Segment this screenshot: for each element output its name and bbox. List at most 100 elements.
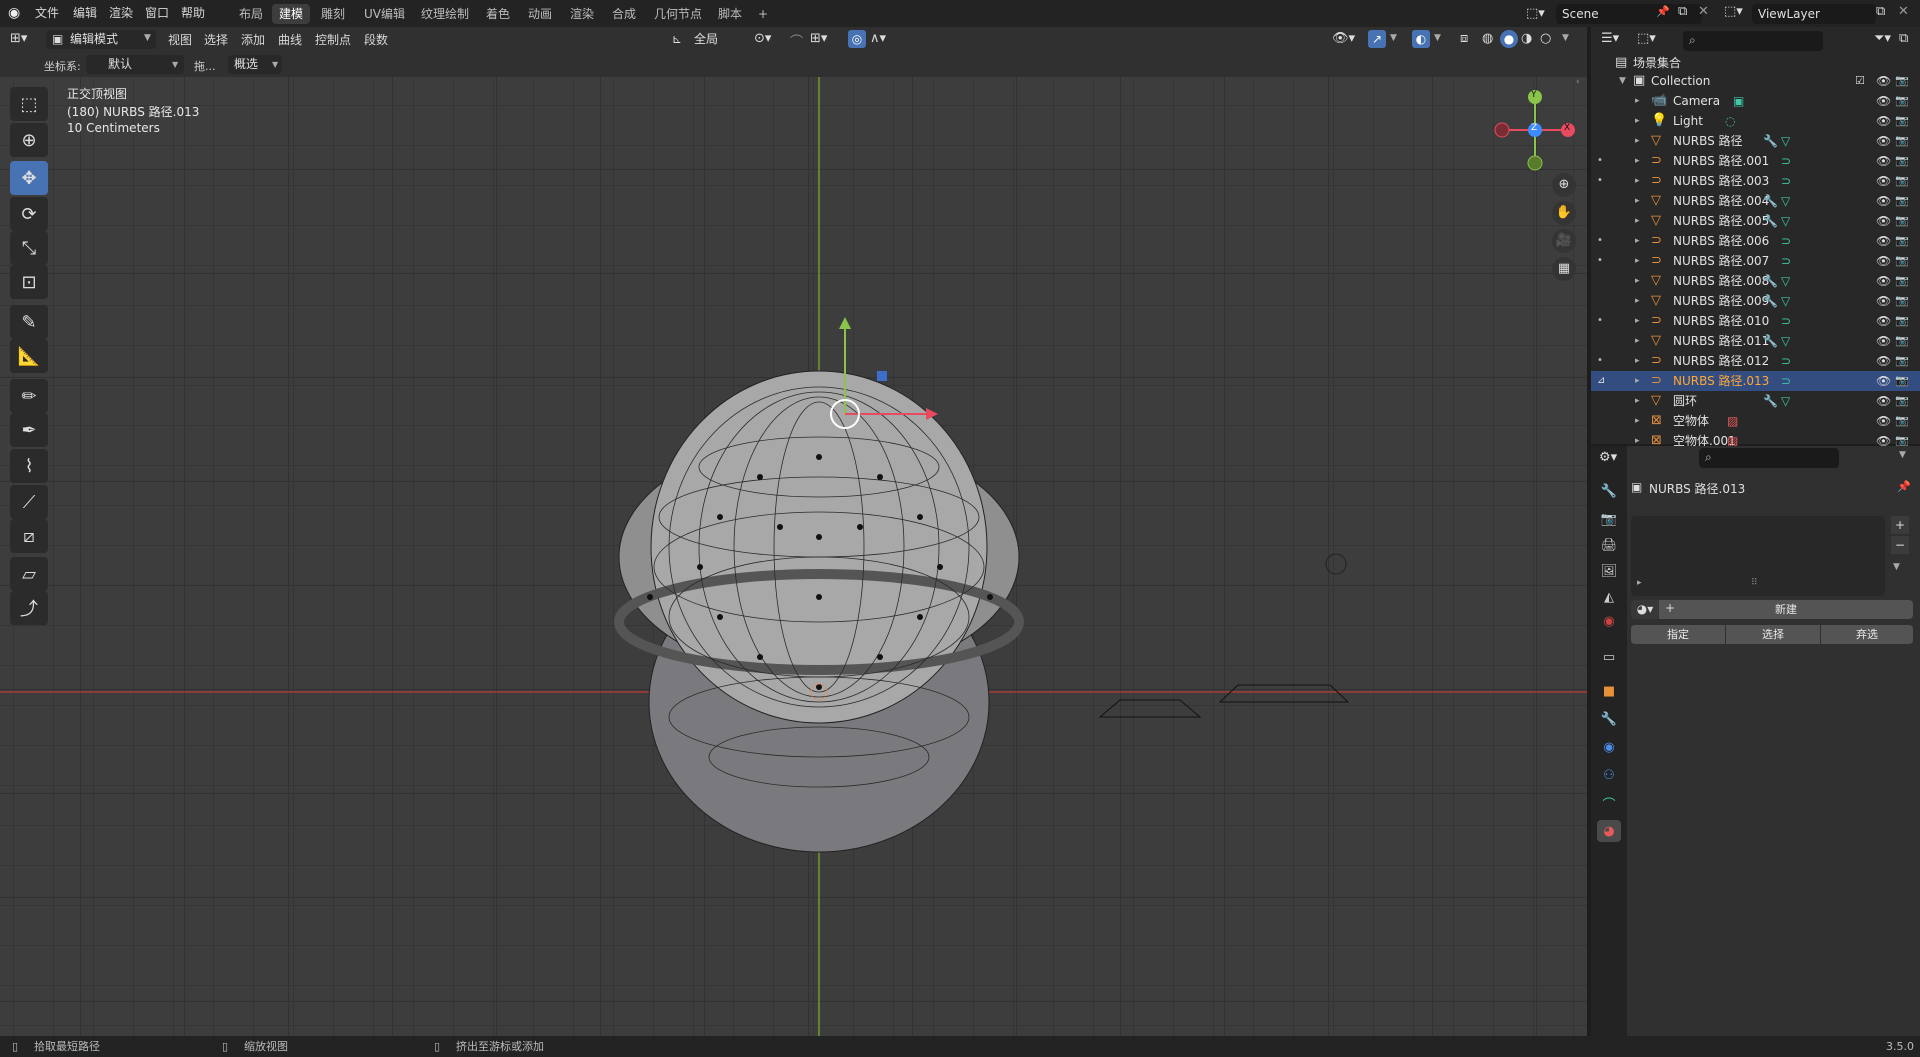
- edit-mode-dot-icon[interactable]: •: [1597, 231, 1603, 251]
- close-viewlayer-icon[interactable]: ✕: [1898, 4, 1909, 19]
- outliner-row[interactable]: ▸ ▽ NURBS 路径.005 🔧 ▽ 👁 📷: [1591, 211, 1920, 231]
- tab-layout[interactable]: 布局: [232, 4, 270, 24]
- menu-curve[interactable]: 曲线: [272, 30, 308, 50]
- camera-data-icon[interactable]: ▣: [1733, 91, 1744, 111]
- menu-help[interactable]: 帮助: [174, 4, 212, 23]
- pivot-icon[interactable]: ⊙▾: [754, 31, 771, 46]
- snap-icon[interactable]: ⌒: [790, 31, 803, 50]
- mesh-data-icon[interactable]: ▽: [1781, 291, 1790, 311]
- eye-icon[interactable]: 👁: [1876, 91, 1891, 111]
- curve-data-icon[interactable]: ⊃: [1781, 371, 1791, 391]
- scale-icon[interactable]: ⤡: [10, 231, 48, 265]
- expand-icon[interactable]: ▸: [1635, 211, 1640, 231]
- modifier-icon[interactable]: 🔧: [1763, 331, 1778, 351]
- outliner-row[interactable]: ▸ 📹 Camera ▣ 👁 📷: [1591, 91, 1920, 111]
- expand-icon[interactable]: ▸: [1635, 111, 1640, 131]
- tab-shading[interactable]: 着色: [479, 4, 517, 24]
- mesh-data-icon[interactable]: ▽: [1781, 131, 1790, 151]
- eye-icon[interactable]: 👁: [1876, 191, 1891, 211]
- outliner-row[interactable]: • ▸ ⊃ NURBS 路径.007 ⊃ 👁 📷: [1591, 251, 1920, 271]
- camera-view-icon[interactable]: 🎥: [1552, 229, 1576, 253]
- material-shading-icon[interactable]: ◑: [1521, 31, 1532, 46]
- render-camera-icon[interactable]: 📷: [1895, 211, 1909, 231]
- expand-icon[interactable]: ▸: [1635, 371, 1640, 391]
- tab-compositing[interactable]: 合成: [605, 4, 643, 24]
- material-tab-icon[interactable]: ◕: [1597, 820, 1621, 842]
- coord-dropdown[interactable]: 默认: [86, 55, 184, 74]
- pan-hand-icon[interactable]: ✋: [1552, 201, 1576, 225]
- material-slot-list[interactable]: [1631, 516, 1885, 596]
- wireframe-shading-icon[interactable]: ◍: [1482, 31, 1493, 46]
- eye-icon[interactable]: 👁: [1876, 291, 1891, 311]
- visibility-icon[interactable]: 👁▾: [1332, 31, 1355, 46]
- image-data-icon[interactable]: ▨: [1727, 411, 1738, 431]
- outliner-search-input[interactable]: [1683, 31, 1823, 51]
- expand-icon[interactable]: ▸: [1635, 271, 1640, 291]
- menu-render[interactable]: 渲染: [102, 4, 140, 23]
- tab-scripting[interactable]: 脚本: [711, 4, 749, 24]
- assign-button[interactable]: 指定: [1631, 625, 1725, 644]
- snap-target-icon[interactable]: ⊞▾: [810, 31, 827, 46]
- modifier-icon[interactable]: 🔧: [1763, 291, 1778, 311]
- modifier-icon[interactable]: 🔧: [1763, 131, 1778, 151]
- edit-mode-active-icon[interactable]: ⊿: [1597, 371, 1605, 391]
- tab-rendering[interactable]: 渲染: [563, 4, 601, 24]
- eye-icon[interactable]: 👁: [1876, 311, 1891, 331]
- render-camera-icon[interactable]: 📷: [1895, 71, 1909, 91]
- transform-icon[interactable]: ⊡: [10, 265, 48, 299]
- overlay-icon[interactable]: ◐: [1412, 30, 1430, 48]
- tab-sculpt[interactable]: 雕刻: [314, 4, 352, 24]
- radius-icon[interactable]: ⧄: [10, 519, 48, 553]
- outliner-editor-icon[interactable]: ☰▾: [1601, 31, 1619, 46]
- deselect-button[interactable]: 弃选: [1821, 625, 1913, 644]
- annotate-icon[interactable]: ✎: [10, 305, 48, 339]
- outliner-row[interactable]: ▸ ▽ NURBS 路径.004 🔧 ▽ 👁 📷: [1591, 191, 1920, 211]
- object-tab-icon[interactable]: ■: [1597, 680, 1621, 702]
- outliner-row[interactable]: ▸ ▽ NURBS 路径.009 🔧 ▽ 👁 📷: [1591, 291, 1920, 311]
- menu-add[interactable]: 添加: [235, 30, 271, 50]
- curve-data-icon[interactable]: ⊃: [1781, 311, 1791, 331]
- shading-chevron-icon[interactable]: ▼: [1562, 33, 1569, 43]
- render-camera-icon[interactable]: 📷: [1895, 91, 1909, 111]
- extrude-icon[interactable]: ⤴: [10, 591, 48, 625]
- render-camera-icon[interactable]: 📷: [1895, 231, 1909, 251]
- add-slot-icon[interactable]: +: [1891, 516, 1909, 534]
- eye-icon[interactable]: 👁: [1876, 171, 1891, 191]
- menu-segments[interactable]: 段数: [358, 30, 394, 50]
- menu-view[interactable]: 视图: [162, 30, 198, 50]
- new-material-button[interactable]: 新建: [1659, 600, 1913, 619]
- outliner-row[interactable]: ▸ ⊠ 空物体 ▨ 👁 📷: [1591, 411, 1920, 431]
- expand-icon[interactable]: ▸: [1635, 151, 1640, 171]
- curve-data-icon[interactable]: ⊃: [1781, 151, 1791, 171]
- sidebar-toggle-icon[interactable]: ‹: [1576, 77, 1580, 87]
- display-mode-icon[interactable]: ⬚▾: [1637, 31, 1656, 46]
- eye-icon[interactable]: 👁: [1876, 391, 1891, 411]
- viewlayer-field[interactable]: ViewLayer: [1752, 4, 1876, 24]
- rendered-shading-icon[interactable]: ○: [1540, 31, 1551, 46]
- edit-mode-dot-icon[interactable]: •: [1597, 311, 1603, 331]
- eye-icon[interactable]: 👁: [1876, 331, 1891, 351]
- xray-icon[interactable]: ⧈: [1460, 31, 1468, 46]
- ortho-grid-icon[interactable]: ▦: [1552, 257, 1576, 281]
- curve-draw-icon[interactable]: ⌇: [10, 449, 48, 483]
- outliner-row[interactable]: ▸ ▽ NURBS 路径.008 🔧 ▽ 👁 📷: [1591, 271, 1920, 291]
- add-workspace-button[interactable]: +: [751, 4, 775, 24]
- render-camera-icon[interactable]: 📷: [1895, 291, 1909, 311]
- cursor-icon[interactable]: ⊕: [10, 123, 48, 157]
- constraint-tab-icon[interactable]: ⚇: [1597, 764, 1621, 786]
- render-camera-icon[interactable]: 📷: [1895, 171, 1909, 191]
- outliner-row[interactable]: • ▸ ⊃ NURBS 路径.006 ⊃ 👁 📷: [1591, 231, 1920, 251]
- mesh-data-icon[interactable]: ▽: [1781, 211, 1790, 231]
- falloff-icon[interactable]: ∧▾: [870, 31, 886, 46]
- edit-mode-dot-icon[interactable]: •: [1597, 251, 1603, 271]
- outliner-row[interactable]: • ▸ ⊃ NURBS 路径.003 ⊃ 👁 📷: [1591, 171, 1920, 191]
- draw-icon[interactable]: ✏: [10, 379, 48, 413]
- collection-tab-icon[interactable]: ▭: [1597, 646, 1621, 668]
- eye-icon[interactable]: 👁: [1876, 151, 1891, 171]
- eye-icon[interactable]: 👁: [1876, 131, 1891, 151]
- data-tab-icon[interactable]: ⌒: [1597, 792, 1621, 814]
- mesh-data-icon[interactable]: ▽: [1781, 271, 1790, 291]
- render-camera-icon[interactable]: 📷: [1895, 111, 1909, 131]
- modifier-icon[interactable]: 🔧: [1763, 191, 1778, 211]
- viewlayer-icon[interactable]: ⬚▾: [1724, 4, 1743, 19]
